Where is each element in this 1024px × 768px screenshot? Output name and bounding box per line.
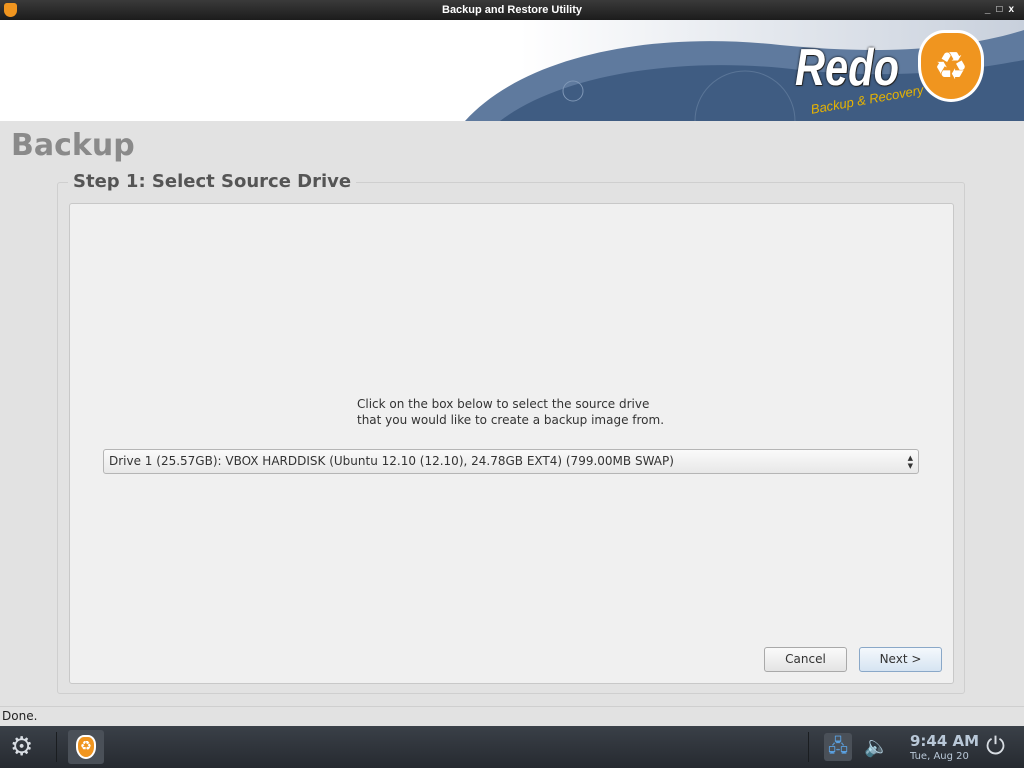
network-icon[interactable]: 🖧 [824,733,852,761]
volume-muted-icon[interactable]: 🔈 [864,734,889,758]
page-title: Backup [11,128,135,163]
redo-app-taskbar-button[interactable]: ♻ [68,730,104,764]
status-text: Done. [2,709,38,723]
title-bar: Backup and Restore Utility _□x [0,0,1024,20]
power-icon[interactable]: ⏻ [986,732,1005,760]
step-panel [69,203,954,684]
settings-icon[interactable]: ⚙ [10,732,33,762]
source-drive-select[interactable]: Drive 1 (25.57GB): VBOX HARDDISK (Ubuntu… [103,449,919,474]
close-button[interactable]: x [1008,4,1020,15]
next-button[interactable]: Next > [859,647,942,672]
instructions: Click on the box below to select the sou… [357,396,664,428]
cancel-button[interactable]: Cancel [764,647,847,672]
instructions-line: Click on the box below to select the sou… [357,397,650,411]
taskbar: ⚙ ♻ 🖧 🔈 9:44 AM Tue, Aug 20 ⏻ [0,726,1024,768]
step-title: Step 1: Select Source Drive [68,171,357,192]
maximize-button[interactable]: □ [996,4,1008,15]
clock-date: Tue, Aug 20 [910,751,969,762]
minimize-button[interactable]: _ [985,4,997,15]
updown-arrows-icon: ▲ ▼ [907,454,913,470]
recycle-logo-icon: ♻ [918,30,984,102]
app-icon[interactable] [4,3,17,17]
divider [0,706,1024,707]
selected-drive: Drive 1 (25.57GB): VBOX HARDDISK (Ubuntu… [109,454,674,468]
window-title: Backup and Restore Utility [442,4,582,16]
redo-app-icon: ♻ [76,735,96,759]
banner: Redo Backup & Recovery ♻ [0,20,1024,121]
instructions-line: that you would like to create a backup i… [357,413,665,427]
clock-time[interactable]: 9:44 AM [910,732,979,750]
